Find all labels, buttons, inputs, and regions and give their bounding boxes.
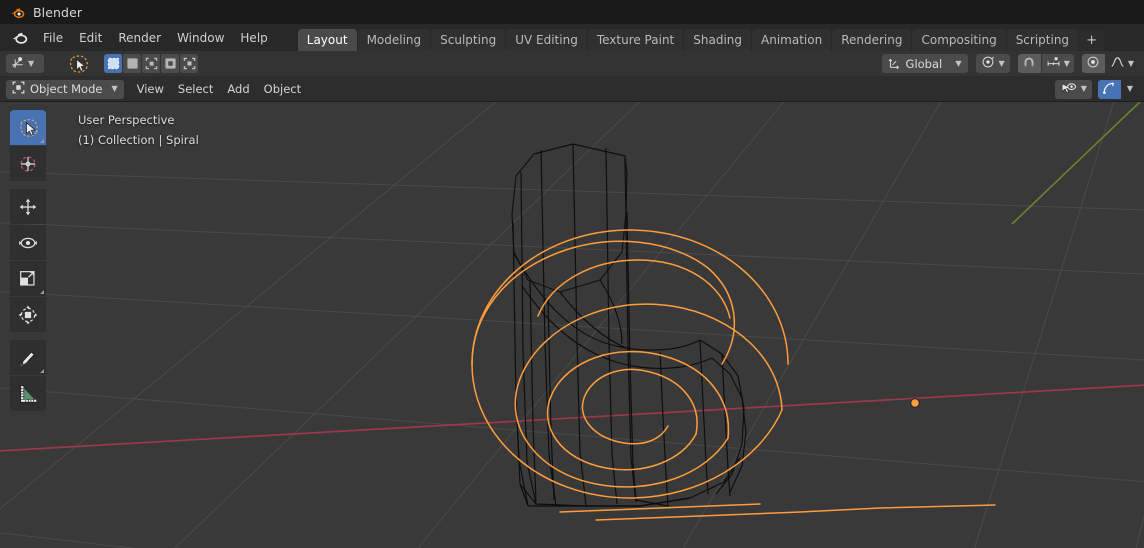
chevron-down-icon: ▼	[955, 58, 962, 68]
scale-icon	[20, 270, 35, 286]
transform-orientation-value: Global	[905, 56, 943, 71]
tab-compositing[interactable]: Compositing	[912, 29, 1006, 51]
window-title: Blender	[33, 4, 83, 20]
menu-bar: File Edit Render Window Help Layout Mode…	[0, 24, 1144, 51]
gizmo-toggle[interactable]	[1097, 79, 1121, 99]
tab-texture-paint[interactable]: Texture Paint	[587, 29, 684, 51]
proportional-editing-icon	[1086, 55, 1100, 72]
tab-rendering[interactable]: Rendering	[832, 29, 912, 51]
menu-edit[interactable]: Edit	[71, 28, 110, 48]
interaction-mode-dropdown[interactable]: Object Mode ▼	[6, 79, 124, 99]
gizmo-toggle-icon	[1102, 81, 1116, 98]
tool-measure[interactable]	[10, 376, 46, 411]
select-mode-set[interactable]	[104, 54, 122, 73]
editor-type-selector[interactable]: ▼	[6, 54, 44, 73]
tool-expand-corner-icon	[40, 369, 44, 373]
chevron-down-icon: ▼	[1126, 84, 1133, 93]
tab-animation[interactable]: Animation	[752, 29, 832, 51]
viewport-menu-add[interactable]: Add	[220, 79, 256, 99]
tool-settings-header: ▼ Global ▼ ▼ ▼ ▼	[0, 51, 1144, 77]
chevron-down-icon: ▼	[1080, 84, 1087, 93]
select-mode-group	[104, 54, 198, 73]
visibility-dropdown[interactable]: ▼	[1054, 79, 1092, 99]
tool-expand-corner-icon	[40, 139, 44, 143]
add-workspace-button[interactable]: +	[1079, 29, 1104, 51]
tab-shading[interactable]: Shading	[684, 29, 751, 51]
menu-file[interactable]: File	[35, 28, 71, 48]
proportional-falloff-dropdown[interactable]: ▼	[1106, 54, 1138, 73]
measure-ruler-icon	[20, 384, 38, 403]
viewport-menu-view[interactable]: View	[130, 79, 171, 99]
tool-annotate[interactable]	[10, 340, 46, 375]
annotate-pencil-icon	[20, 350, 35, 366]
menu-window[interactable]: Window	[169, 28, 232, 48]
viewport-menu-select[interactable]: Select	[171, 79, 220, 99]
object-mode-icon	[12, 81, 25, 97]
select-mode-extend[interactable]	[123, 54, 141, 73]
3d-cursor-icon	[20, 155, 36, 172]
title-bar: Blender	[0, 0, 1144, 24]
tab-uv-editing[interactable]: UV Editing	[506, 29, 587, 51]
rotate-icon	[19, 237, 37, 248]
tool-tweak[interactable]	[10, 110, 46, 145]
chevron-down-icon: ▼	[1063, 58, 1070, 68]
tab-layout[interactable]: Layout	[297, 29, 357, 51]
gizmo-dropdown[interactable]: ▼	[1122, 80, 1138, 99]
transform-orientation-icon	[888, 56, 901, 72]
tool-expand-corner-icon	[40, 290, 44, 294]
chevron-down-icon: ▼	[1127, 58, 1134, 68]
editor-type-3d-viewport-icon	[10, 55, 25, 73]
snap-magnet-toggle[interactable]	[1017, 54, 1041, 73]
tool-transform[interactable]	[10, 297, 46, 332]
proportional-falloff-smooth-icon	[1110, 55, 1125, 72]
3d-viewport[interactable]: User Perspective (1) Collection | Spiral	[0, 102, 1144, 548]
visibility-eye-icon	[1060, 81, 1077, 98]
tab-scripting[interactable]: Scripting	[1006, 29, 1079, 51]
active-tool-tweak-icon[interactable]	[66, 53, 92, 75]
chevron-down-icon: ▼	[28, 58, 35, 68]
viewport-menu-object[interactable]: Object	[257, 79, 308, 99]
blender-window: Blender File Edit Render Window Help Lay…	[0, 0, 1144, 548]
chevron-down-icon: ▼	[111, 84, 118, 93]
tab-modeling[interactable]: Modeling	[357, 29, 431, 51]
select-mode-subtract[interactable]	[142, 54, 160, 73]
select-mode-invert[interactable]	[161, 54, 179, 73]
object-origin-dot	[909, 397, 921, 409]
tool-cursor[interactable]	[10, 146, 46, 181]
tool-scale[interactable]	[10, 261, 46, 296]
tool-move[interactable]	[10, 189, 46, 224]
pivot-point-icon	[981, 55, 995, 72]
move-arrows-icon	[19, 198, 37, 215]
tool-rotate[interactable]	[10, 225, 46, 260]
snap-magnet-icon	[1022, 55, 1036, 72]
blender-logo-icon	[10, 5, 25, 20]
snap-to-increment-icon	[1046, 55, 1061, 72]
tweak-cursor-icon	[20, 118, 38, 137]
select-mode-intersect[interactable]	[180, 54, 198, 73]
menu-help[interactable]: Help	[232, 28, 275, 48]
blender-menu-logo-icon[interactable]	[8, 28, 30, 48]
transform-orientation-dropdown[interactable]: Global ▼	[881, 54, 968, 73]
workspace-tabs: Layout Modeling Sculpting UV Editing Tex…	[297, 24, 1104, 51]
viewport-canvas	[0, 102, 1144, 548]
chevron-down-icon: ▼	[998, 58, 1005, 68]
snap-to-dropdown[interactable]: ▼	[1041, 54, 1074, 73]
tab-sculpting[interactable]: Sculpting	[431, 29, 506, 51]
proportional-editing-toggle[interactable]	[1081, 54, 1105, 73]
transform-icon	[18, 305, 38, 324]
viewport-toolbar	[10, 110, 46, 411]
viewport-header: Object Mode ▼ View Select Add Object ▼ ▼	[0, 77, 1144, 101]
interaction-mode-value: Object Mode	[30, 82, 103, 96]
pivot-point-dropdown[interactable]: ▼	[975, 54, 1010, 73]
menu-render[interactable]: Render	[110, 28, 169, 48]
